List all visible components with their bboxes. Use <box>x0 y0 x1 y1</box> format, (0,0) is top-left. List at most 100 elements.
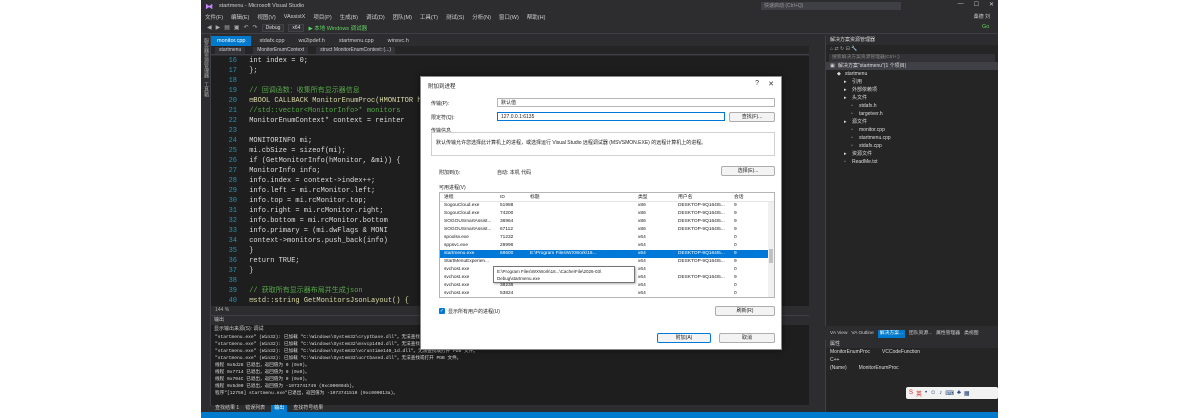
column-header[interactable]: 进程 <box>444 193 498 202</box>
code-line[interactable]: 17 }; <box>211 66 809 76</box>
process-row[interactable]: SogouCloud.exe 51988 x86 DESKTOP-9Q164I5...… <box>440 202 774 210</box>
qualifier-input[interactable]: 127.0.0.1:6135 <box>497 112 725 121</box>
attach-button[interactable]: 附加(A) <box>657 333 711 343</box>
tab-winsvc-h[interactable]: winsvc.h <box>381 36 415 46</box>
menu-item[interactable]: 文件(F) <box>205 13 223 21</box>
process-row[interactable]: sppsvc.exe 28996 x64 0 <box>440 242 774 250</box>
user-account[interactable]: 桑德 刘 <box>974 13 990 20</box>
platform-select[interactable]: x64 <box>288 23 305 32</box>
tab-startmenu-cpp[interactable]: startmenu.cpp <box>332 36 380 46</box>
panel-tab[interactable]: 解决方案... <box>877 330 905 338</box>
properties-row[interactable]: (Name) MonitorEnumProc <box>826 364 998 372</box>
new-file-icon[interactable]: ▤ <box>224 24 230 31</box>
toolbox-icon[interactable]: ▦ <box>964 390 970 397</box>
menu-item[interactable]: 生成(B) <box>340 13 358 21</box>
go-button[interactable]: Go <box>982 24 989 30</box>
panel-tab[interactable]: 团队资源... <box>909 330 932 338</box>
tab-stdafx-cpp[interactable]: stdafx.cpp <box>253 36 291 46</box>
start-debugging-button[interactable]: ▶ 本地 Windows 调试器 <box>308 24 367 32</box>
menu-item[interactable]: 分析(N) <box>472 13 491 21</box>
maximize-button[interactable]: ☐ <box>974 1 979 8</box>
tree-item[interactable]: ▸ 外部依赖项 <box>826 86 998 94</box>
process-row[interactable]: startmenu.exe 68600 E:\Program Files\WXWor… <box>440 250 774 258</box>
properties-icon[interactable]: 🔧 <box>851 46 857 52</box>
dialog-close-button[interactable]: ✕ <box>768 80 774 88</box>
redo-icon[interactable]: ↷ <box>253 24 258 31</box>
punctuation-icon[interactable]: • <box>925 390 927 396</box>
process-row[interactable]: SogouCloud.exe 74200 x86 DESKTOP-9Q164I5...… <box>440 210 774 218</box>
refresh-icon[interactable]: ↻ <box>840 46 844 52</box>
process-row[interactable]: SOGOUSmartAssist... 67112 x86 DESKTOP-9Q164… <box>440 226 774 234</box>
panel-tab[interactable]: VA View <box>830 330 847 338</box>
panel-tab[interactable]: VA Outline <box>851 330 873 338</box>
dialog-help-button[interactable]: ? <box>755 80 759 87</box>
menu-item[interactable]: 项目(P) <box>313 13 331 21</box>
column-header[interactable]: 类型 <box>638 193 676 202</box>
tree-item[interactable]: ▫ targetver.h <box>826 110 998 118</box>
tree-item[interactable]: ▸ 头文件 <box>826 94 998 102</box>
quick-launch-input[interactable]: 快速启动 (Ctrl+Q) <box>761 2 901 10</box>
tab-ws2ipdef-h[interactable]: ws2ipdef.h <box>292 36 331 46</box>
tree-item[interactable]: ▫ stdafx.h <box>826 102 998 110</box>
menu-item[interactable]: 帮助(H) <box>527 13 546 21</box>
process-row[interactable]: SOGOUSmartAssist... 36964 x86 DESKTOP-9Q164… <box>440 218 774 226</box>
tab-find-results[interactable]: 查找结果 1 <box>215 405 239 412</box>
solution-search-input[interactable]: 搜索解决方案资源管理器(Ctrl+;) <box>829 54 995 62</box>
menu-item[interactable]: 团队(M) <box>393 13 412 21</box>
properties-object[interactable]: MonitorEnumProc VCCodeFunction <box>826 348 998 356</box>
home-icon[interactable]: ⌂ <box>830 46 833 52</box>
menu-item[interactable]: 窗口(W) <box>499 13 519 21</box>
column-header[interactable]: 会话 <box>734 193 764 202</box>
tree-item[interactable]: ▫ monitor.cpp <box>826 126 998 134</box>
tree-item[interactable]: ▸ 源文件 <box>826 118 998 126</box>
menu-item[interactable]: 调试(D) <box>366 13 385 21</box>
scrollbar-thumb[interactable] <box>769 249 773 263</box>
cancel-button[interactable]: 取消 <box>719 333 775 343</box>
process-row[interactable]: svchost.exe 38236 x64 0 <box>440 282 774 290</box>
select-code-type-button[interactable]: 选择(E)... <box>721 166 775 176</box>
show-all-users-checkbox[interactable]: ✓ <box>439 308 445 314</box>
minimize-button[interactable]: — <box>958 1 964 8</box>
column-header[interactable]: 标题 <box>530 193 636 202</box>
tree-item[interactable]: ▣ 解决方案"startmenu"(1 个项目) <box>826 62 998 70</box>
forward-icon[interactable]: ▶ <box>216 24 221 31</box>
project-dropdown[interactable]: startmenu <box>215 46 246 54</box>
ime-mode-icon[interactable]: 英 <box>916 389 922 398</box>
configuration-select[interactable]: Debug <box>261 23 285 32</box>
emoji-icon[interactable]: ☺ <box>930 390 936 396</box>
tree-item[interactable]: ▸ 引用 <box>826 78 998 86</box>
sync-icon[interactable]: ⇄ <box>834 46 838 52</box>
undo-icon[interactable]: ↶ <box>244 24 249 31</box>
back-icon[interactable]: ◀ <box>207 24 212 31</box>
process-row[interactable]: svchost.exe 53824 x64 0 <box>440 290 774 297</box>
menu-item[interactable]: 视图(V) <box>257 13 275 21</box>
tab-monitor-cpp[interactable]: monitor.cpp <box>211 36 252 46</box>
process-row[interactable]: StartMenuExperien... x64 DESKTOP-9Q164I5..… <box>440 258 774 266</box>
server-explorer-tab[interactable]: 服务器资源管理器 <box>203 38 210 78</box>
scope-dropdown[interactable]: MonitorEnumContext <box>253 46 309 54</box>
tab-output[interactable]: 输出 <box>271 405 288 412</box>
transport-select[interactable]: 默认值 <box>497 98 775 107</box>
tab-find-symbol-results[interactable]: 查找符号结果 <box>293 405 323 412</box>
sogou-ime-icon[interactable]: S <box>909 390 913 396</box>
tree-item[interactable]: ▫ ReadMe.txt <box>826 158 998 166</box>
find-button[interactable]: 查找(F)... <box>729 112 775 122</box>
menu-item[interactable]: 工具(T) <box>420 13 438 21</box>
save-icon[interactable]: ▣ <box>234 24 240 31</box>
close-window-button[interactable]: ✕ <box>989 1 994 8</box>
tree-item[interactable]: ◆ startmenu <box>826 70 998 78</box>
process-row[interactable]: spoolsv.exe 71232 x64 0 <box>440 234 774 242</box>
tab-error-list[interactable]: 错误列表 <box>245 405 265 412</box>
column-header[interactable]: ID <box>500 193 526 202</box>
menu-item[interactable]: VAssistX <box>284 14 306 20</box>
refresh-button[interactable]: 刷新(R) <box>715 306 775 316</box>
toolbox-tab[interactable]: 工具箱 <box>203 82 210 97</box>
collapse-all-icon[interactable]: ⊟ <box>846 46 850 52</box>
tree-item[interactable]: ▫ stdafx.cpp <box>826 142 998 150</box>
code-line[interactable]: 16 int index = 0; <box>211 56 809 66</box>
panel-tab[interactable]: 属性管理器 <box>936 330 960 338</box>
tree-item[interactable]: ▫ startmenu.cpp <box>826 134 998 142</box>
column-header[interactable]: 用户名 <box>678 193 732 202</box>
menu-item[interactable]: 测试(S) <box>446 13 464 21</box>
skin-icon[interactable]: ♣ <box>957 390 961 396</box>
